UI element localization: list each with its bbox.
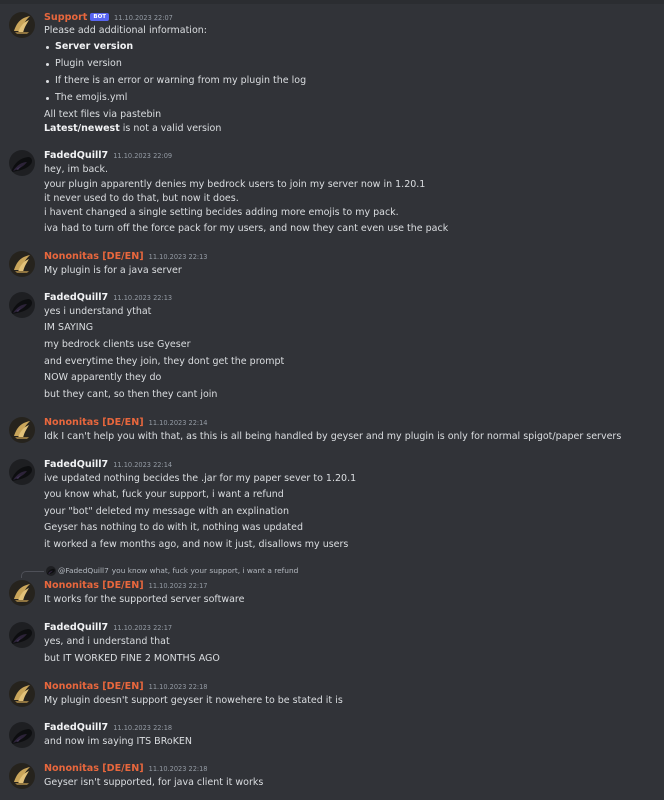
message-text: and everytime they join, they dont get t… <box>44 356 285 367</box>
message-text: My plugin doesn't support geyser it nowe… <box>44 695 343 706</box>
timestamp: 11.10.2023 22:07 <box>114 14 173 22</box>
top-edge <box>0 0 664 4</box>
message-text: it worked a few months ago, and now it j… <box>44 539 349 550</box>
message-header: FadedQuill7 11.10.2023 22:09 <box>44 149 172 163</box>
timestamp: 11.10.2023 22:13 <box>113 294 173 302</box>
message-text-rest: is not a valid version <box>119 123 222 134</box>
avatar[interactable] <box>9 12 35 38</box>
author-name[interactable]: Nononitas [DE/EN] <box>44 251 144 262</box>
bullet-dot <box>46 80 49 83</box>
message-header: FadedQuill7 11.10.2023 22:14 <box>44 458 172 472</box>
bot-badge: BOT <box>90 13 110 21</box>
message-text: IM SAYING <box>44 322 94 333</box>
message-text: i havent changed a single setting becide… <box>44 207 399 218</box>
message-text: My plugin is for a java server <box>44 265 182 276</box>
message-text: yes, and i understand that <box>44 636 170 647</box>
bullet-item: The emojis.yml <box>55 92 128 103</box>
message-text: Geyser has nothing to do with it, nothin… <box>44 522 304 533</box>
avatar[interactable] <box>9 681 35 707</box>
author-name[interactable]: Nononitas [DE/EN] <box>44 580 144 591</box>
avatar[interactable] <box>9 150 35 176</box>
message-header: FadedQuill7 11.10.2023 22:18 <box>44 721 172 735</box>
message-text: and now im saying ITS BRoKEN <box>44 736 193 747</box>
message-text: you know what, fuck your support, i want… <box>44 489 284 500</box>
avatar[interactable] <box>9 251 35 277</box>
message-text: Latest/newest is not a valid version <box>44 122 221 135</box>
timestamp: 11.10.2023 22:18 <box>148 683 208 691</box>
author-name[interactable]: FadedQuill7 <box>44 292 108 303</box>
message-text: Idk I can't help you with that, as this … <box>44 431 622 442</box>
message-text: it never used to do that, but now it doe… <box>44 193 239 204</box>
bullet-dot <box>46 97 49 100</box>
author-name[interactable]: FadedQuill7 <box>44 459 108 470</box>
timestamp: 11.10.2023 22:09 <box>113 152 173 160</box>
timestamp: 11.10.2023 22:17 <box>148 582 208 590</box>
message-text: my bedrock clients use Gyeser <box>44 339 191 350</box>
avatar[interactable] <box>9 580 35 606</box>
timestamp: 11.10.2023 22:14 <box>148 419 208 427</box>
message-header: Nononitas [DE/EN] 11.10.2023 22:13 <box>44 250 208 264</box>
message-text: All text files via pastebin <box>44 109 162 120</box>
bullet-dot <box>46 46 49 49</box>
message-text: iva had to turn off the force pack for m… <box>44 223 449 234</box>
avatar[interactable] <box>9 763 35 789</box>
author-name[interactable]: Nononitas [DE/EN] <box>44 681 144 692</box>
avatar[interactable] <box>9 292 35 318</box>
message-text: hey, im back. <box>44 164 109 175</box>
avatar[interactable] <box>9 722 35 748</box>
author-name[interactable]: FadedQuill7 <box>44 622 108 633</box>
author-name[interactable]: FadedQuill7 <box>44 722 108 733</box>
message-header: Nononitas [DE/EN] 11.10.2023 22:18 <box>44 680 208 694</box>
message-text: NOW apparently they do <box>44 372 162 383</box>
message-text: It works for the supported server softwa… <box>44 594 245 605</box>
avatar[interactable] <box>9 417 35 443</box>
timestamp: 11.10.2023 22:18 <box>148 765 208 773</box>
message-text: your plugin apparently denies my bedrock… <box>44 179 426 190</box>
reply-connector <box>21 571 44 578</box>
reply-author: @FadedQuill7 <box>58 566 109 575</box>
message-text: but they cant, so then they cant join <box>44 389 218 400</box>
message-header: Nononitas [DE/EN] 11.10.2023 22:14 <box>44 416 208 430</box>
message-text: ive updated nothing becides the .jar for… <box>44 473 357 484</box>
message-text: Geyser isn't supported, for java client … <box>44 777 264 788</box>
author-name[interactable]: FadedQuill7 <box>44 150 108 161</box>
message-header: Nononitas [DE/EN] 11.10.2023 22:17 <box>44 579 208 593</box>
message-header: FadedQuill7 11.10.2023 22:13 <box>44 291 172 305</box>
message-header: FadedQuill7 11.10.2023 22:17 <box>44 621 172 635</box>
bullet-item: Server version <box>55 41 134 52</box>
bullet-dot <box>46 63 49 66</box>
bullet-item: If there is an error or warning from my … <box>55 75 307 86</box>
timestamp: 11.10.2023 22:14 <box>113 461 173 469</box>
bullet-item: Plugin version <box>55 58 122 69</box>
message-header: Support BOT 11.10.2023 22:07 <box>44 11 173 25</box>
message-text: but IT WORKED FINE 2 MONTHS AGO <box>44 653 220 664</box>
timestamp: 11.10.2023 22:13 <box>148 253 208 261</box>
message-text: yes i understand ythat <box>44 306 152 317</box>
reply-preview[interactable]: @FadedQuill7 you know what, fuck your sup… <box>58 565 298 576</box>
timestamp: 11.10.2023 22:17 <box>113 624 173 632</box>
message-header: Nononitas [DE/EN] 11.10.2023 22:18 <box>44 762 208 776</box>
reply-text: you know what, fuck your support, i want… <box>111 566 299 575</box>
bold-text: Latest/newest <box>44 123 120 134</box>
author-name[interactable]: Nononitas [DE/EN] <box>44 417 144 428</box>
author-name[interactable]: Support <box>44 12 87 23</box>
avatar[interactable] <box>9 459 35 485</box>
timestamp: 11.10.2023 22:18 <box>113 724 173 732</box>
message-text: Please add additional information: <box>44 25 207 36</box>
message-text: your "bot" deleted my message with an ex… <box>44 506 289 517</box>
reply-avatar[interactable] <box>46 566 56 576</box>
avatar[interactable] <box>9 622 35 648</box>
author-name[interactable]: Nononitas [DE/EN] <box>44 763 144 774</box>
